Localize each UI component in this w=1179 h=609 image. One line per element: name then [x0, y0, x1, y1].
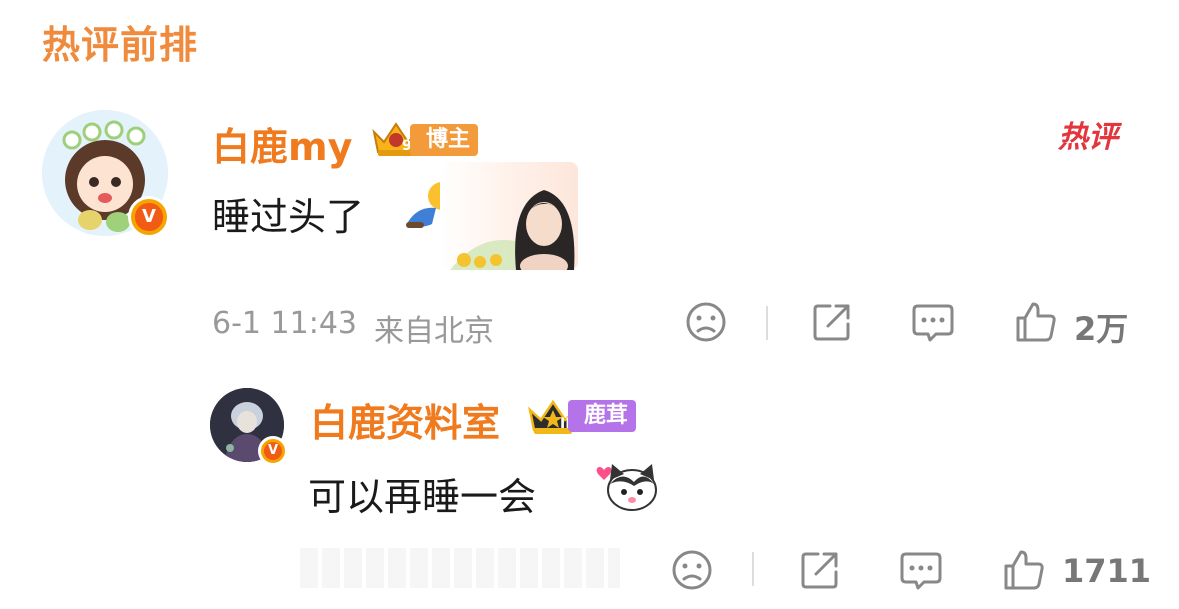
- like-count: 1711: [1062, 552, 1152, 590]
- username[interactable]: 白鹿my: [212, 116, 352, 171]
- blurred-meta: [300, 548, 620, 588]
- fan-tag: 鹿茸: [568, 400, 637, 432]
- comment-time: 6-1 11:43: [212, 306, 357, 341]
- action-divider: [752, 552, 754, 586]
- section-title: 热评前排: [42, 23, 199, 67]
- sad-face-icon[interactable]: [670, 548, 714, 592]
- share-icon[interactable]: [798, 548, 842, 592]
- verified-badge: V: [128, 196, 170, 238]
- hot-comment-stamp: 热评: [1058, 120, 1118, 155]
- like-count: 2万: [1074, 310, 1129, 348]
- thumbs-up-icon[interactable]: [1002, 548, 1046, 592]
- cat-love-emoji: [596, 464, 657, 511]
- comment-location: 来自北京: [374, 314, 494, 349]
- comment-icon[interactable]: [898, 548, 944, 592]
- username[interactable]: 白鹿资料室: [310, 392, 500, 447]
- verified-badge: V: [258, 436, 288, 466]
- comment-text: 可以再睡一会: [308, 475, 537, 519]
- portrait-decoration: [450, 190, 575, 270]
- sad-face-icon[interactable]: [684, 300, 728, 344]
- comment-icon[interactable]: [910, 300, 956, 344]
- blogger-tag: 博主: [410, 124, 479, 156]
- share-icon[interactable]: [810, 300, 854, 344]
- comment-text: 睡过头了: [212, 195, 365, 239]
- action-divider: [766, 306, 768, 340]
- thumbs-up-icon[interactable]: [1014, 300, 1058, 344]
